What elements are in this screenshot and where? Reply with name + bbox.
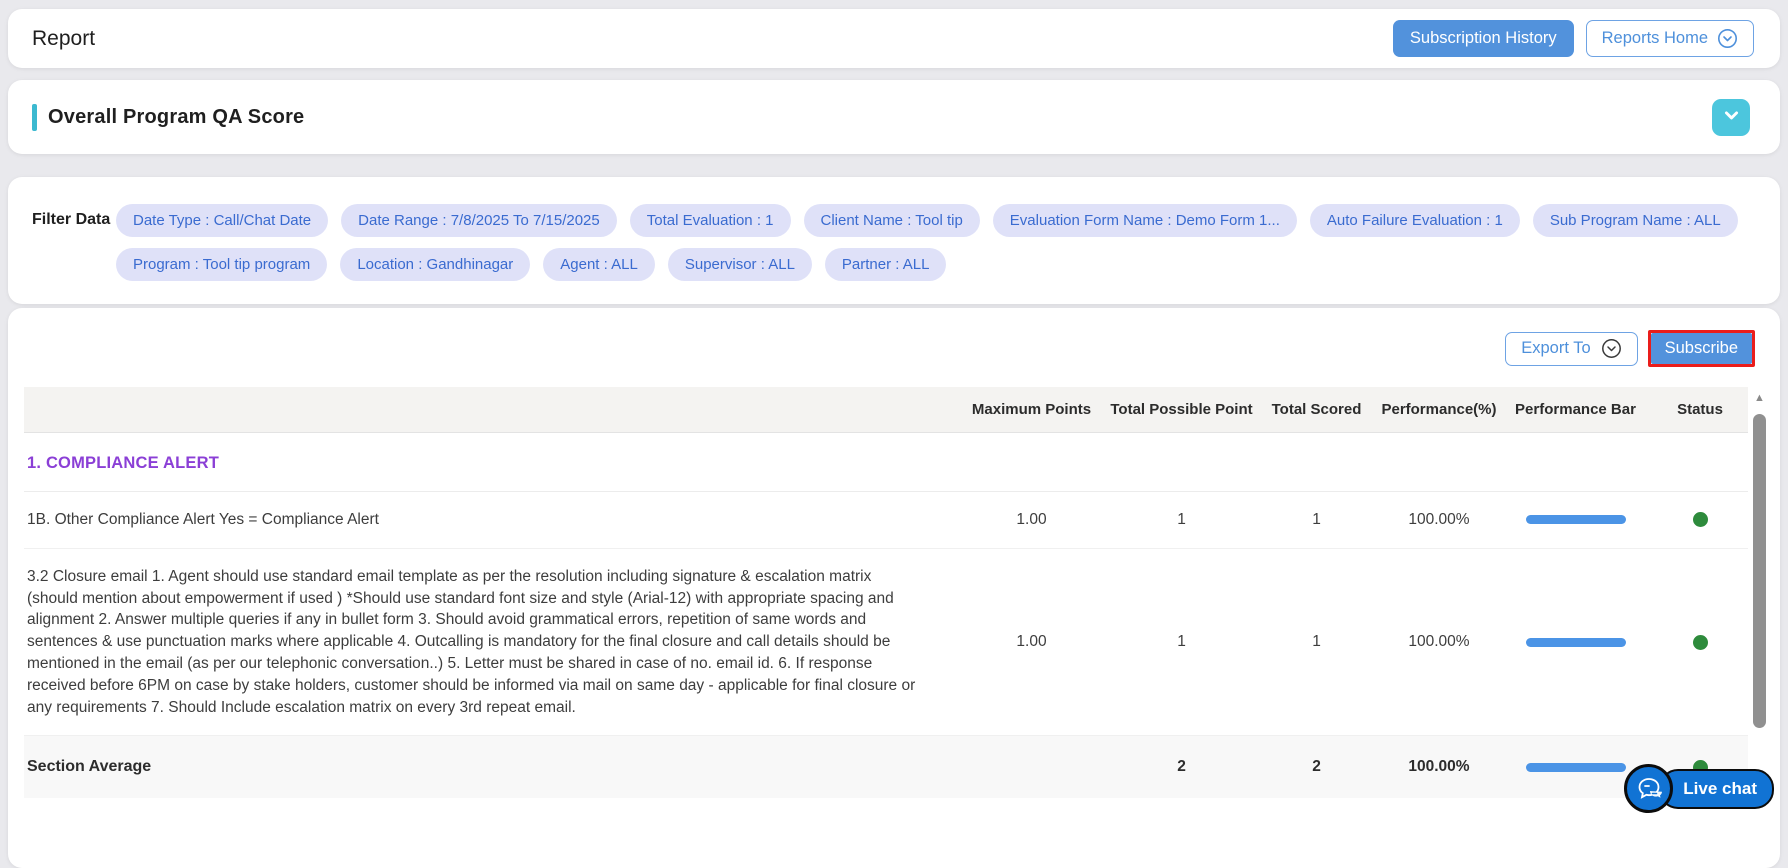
status-dot-green	[1693, 635, 1708, 650]
filter-chip: Date Range : 7/8/2025 To 7/15/2025	[341, 204, 617, 237]
subscribe-button[interactable]: Subscribe	[1651, 333, 1752, 364]
performance-value: 100.00%	[1379, 633, 1499, 651]
scrollbar-up-arrow-icon[interactable]: ▲	[1752, 391, 1767, 405]
chevron-down-icon	[1723, 107, 1740, 127]
table-header-row: Maximum Points Total Possible Point Tota…	[24, 387, 1748, 433]
qa-score-table: Maximum Points Total Possible Point Tota…	[24, 387, 1748, 798]
filter-chip: Client Name : Tool tip	[804, 204, 980, 237]
section-average-label: Section Average	[24, 736, 954, 798]
filter-chip: Total Evaluation : 1	[630, 204, 791, 237]
filter-chip: Partner : ALL	[825, 248, 947, 281]
panel-title: Overall Program QA Score	[48, 106, 304, 129]
total-possible-value: 1	[1109, 511, 1254, 529]
filter-chip: Supervisor : ALL	[668, 248, 812, 281]
total-scored-value: 1	[1254, 633, 1379, 651]
section-header-row: 1. COMPLIANCE ALERT	[24, 433, 1748, 492]
chevron-down-circle-icon	[1717, 28, 1738, 49]
column-header-total-possible: Total Possible Point	[1109, 401, 1254, 418]
report-content-panel: Export To Subscribe Maximum Points Total…	[8, 308, 1780, 868]
page-title: Report	[32, 27, 95, 51]
performance-value: 100.00%	[1379, 758, 1499, 776]
panel-accent-bar	[32, 104, 37, 131]
subscribe-highlight-box: Subscribe	[1648, 330, 1755, 367]
parameter-name: 3.2 Closure email 1. Agent should use st…	[24, 549, 954, 736]
filter-chip: Sub Program Name : ALL	[1533, 204, 1738, 237]
chevron-down-circle-icon	[1601, 338, 1622, 359]
total-scored-value: 2	[1254, 758, 1379, 776]
filter-chip: Agent : ALL	[543, 248, 655, 281]
export-to-button[interactable]: Export To	[1505, 332, 1637, 366]
status-dot-green	[1693, 512, 1708, 527]
qa-score-panel-header: Overall Program QA Score	[8, 80, 1780, 154]
panel-collapse-button[interactable]	[1712, 99, 1750, 136]
live-chat-label: Live chat	[1659, 769, 1774, 809]
filter-chips-row-1: Date Type : Call/Chat Date Date Range : …	[116, 204, 1738, 237]
filter-chip: Auto Failure Evaluation : 1	[1310, 204, 1520, 237]
total-possible-value: 2	[1109, 758, 1254, 776]
filter-panel: Filter Data Date Type : Call/Chat Date D…	[8, 177, 1780, 304]
max-points-value: 1.00	[954, 633, 1109, 651]
column-header-performance: Performance(%)	[1379, 401, 1499, 418]
parameter-name: 1B. Other Compliance Alert Yes = Complia…	[24, 492, 954, 548]
filter-chip: Evaluation Form Name : Demo Form 1...	[993, 204, 1297, 237]
scrollbar-thumb[interactable]	[1753, 414, 1766, 728]
filter-chips-row-2: Program : Tool tip program Location : Ga…	[116, 248, 1738, 281]
performance-value: 100.00%	[1379, 511, 1499, 529]
chat-bubble-icon	[1624, 764, 1673, 813]
live-chat-button[interactable]: Live chat	[1624, 764, 1774, 813]
performance-bar	[1526, 763, 1626, 772]
filter-data-label: Filter Data	[32, 204, 116, 229]
table-row: 3.2 Closure email 1. Agent should use st…	[24, 549, 1748, 737]
subscription-history-button[interactable]: Subscription History	[1393, 20, 1574, 57]
filter-chip: Program : Tool tip program	[116, 248, 327, 281]
status-cell	[1652, 512, 1748, 527]
total-possible-value: 1	[1109, 633, 1254, 651]
table-toolbar: Export To Subscribe	[8, 330, 1780, 367]
filter-chips: Date Type : Call/Chat Date Date Range : …	[116, 204, 1738, 281]
section-average-row: Section Average 2 2 100.00%	[24, 736, 1748, 798]
table-row: 1B. Other Compliance Alert Yes = Complia…	[24, 492, 1748, 549]
report-header-bar: Report Subscription History Reports Home	[8, 9, 1780, 68]
performance-bar-cell	[1499, 515, 1652, 524]
filter-chip: Date Type : Call/Chat Date	[116, 204, 328, 237]
performance-bar	[1526, 515, 1626, 524]
performance-bar-cell	[1499, 638, 1652, 647]
status-cell	[1652, 635, 1748, 650]
reports-home-label: Reports Home	[1602, 29, 1708, 48]
section-title: 1. COMPLIANCE ALERT	[27, 454, 219, 472]
reports-home-button[interactable]: Reports Home	[1586, 20, 1754, 57]
total-scored-value: 1	[1254, 511, 1379, 529]
filter-chip: Location : Gandhinagar	[340, 248, 530, 281]
column-header-total-scored: Total Scored	[1254, 401, 1379, 418]
max-points-value: 1.00	[954, 511, 1109, 529]
column-header-status: Status	[1652, 401, 1748, 418]
column-header-max-points: Maximum Points	[954, 401, 1109, 418]
column-header-performance-bar: Performance Bar	[1499, 401, 1652, 418]
export-to-label: Export To	[1521, 339, 1590, 358]
performance-bar	[1526, 638, 1626, 647]
